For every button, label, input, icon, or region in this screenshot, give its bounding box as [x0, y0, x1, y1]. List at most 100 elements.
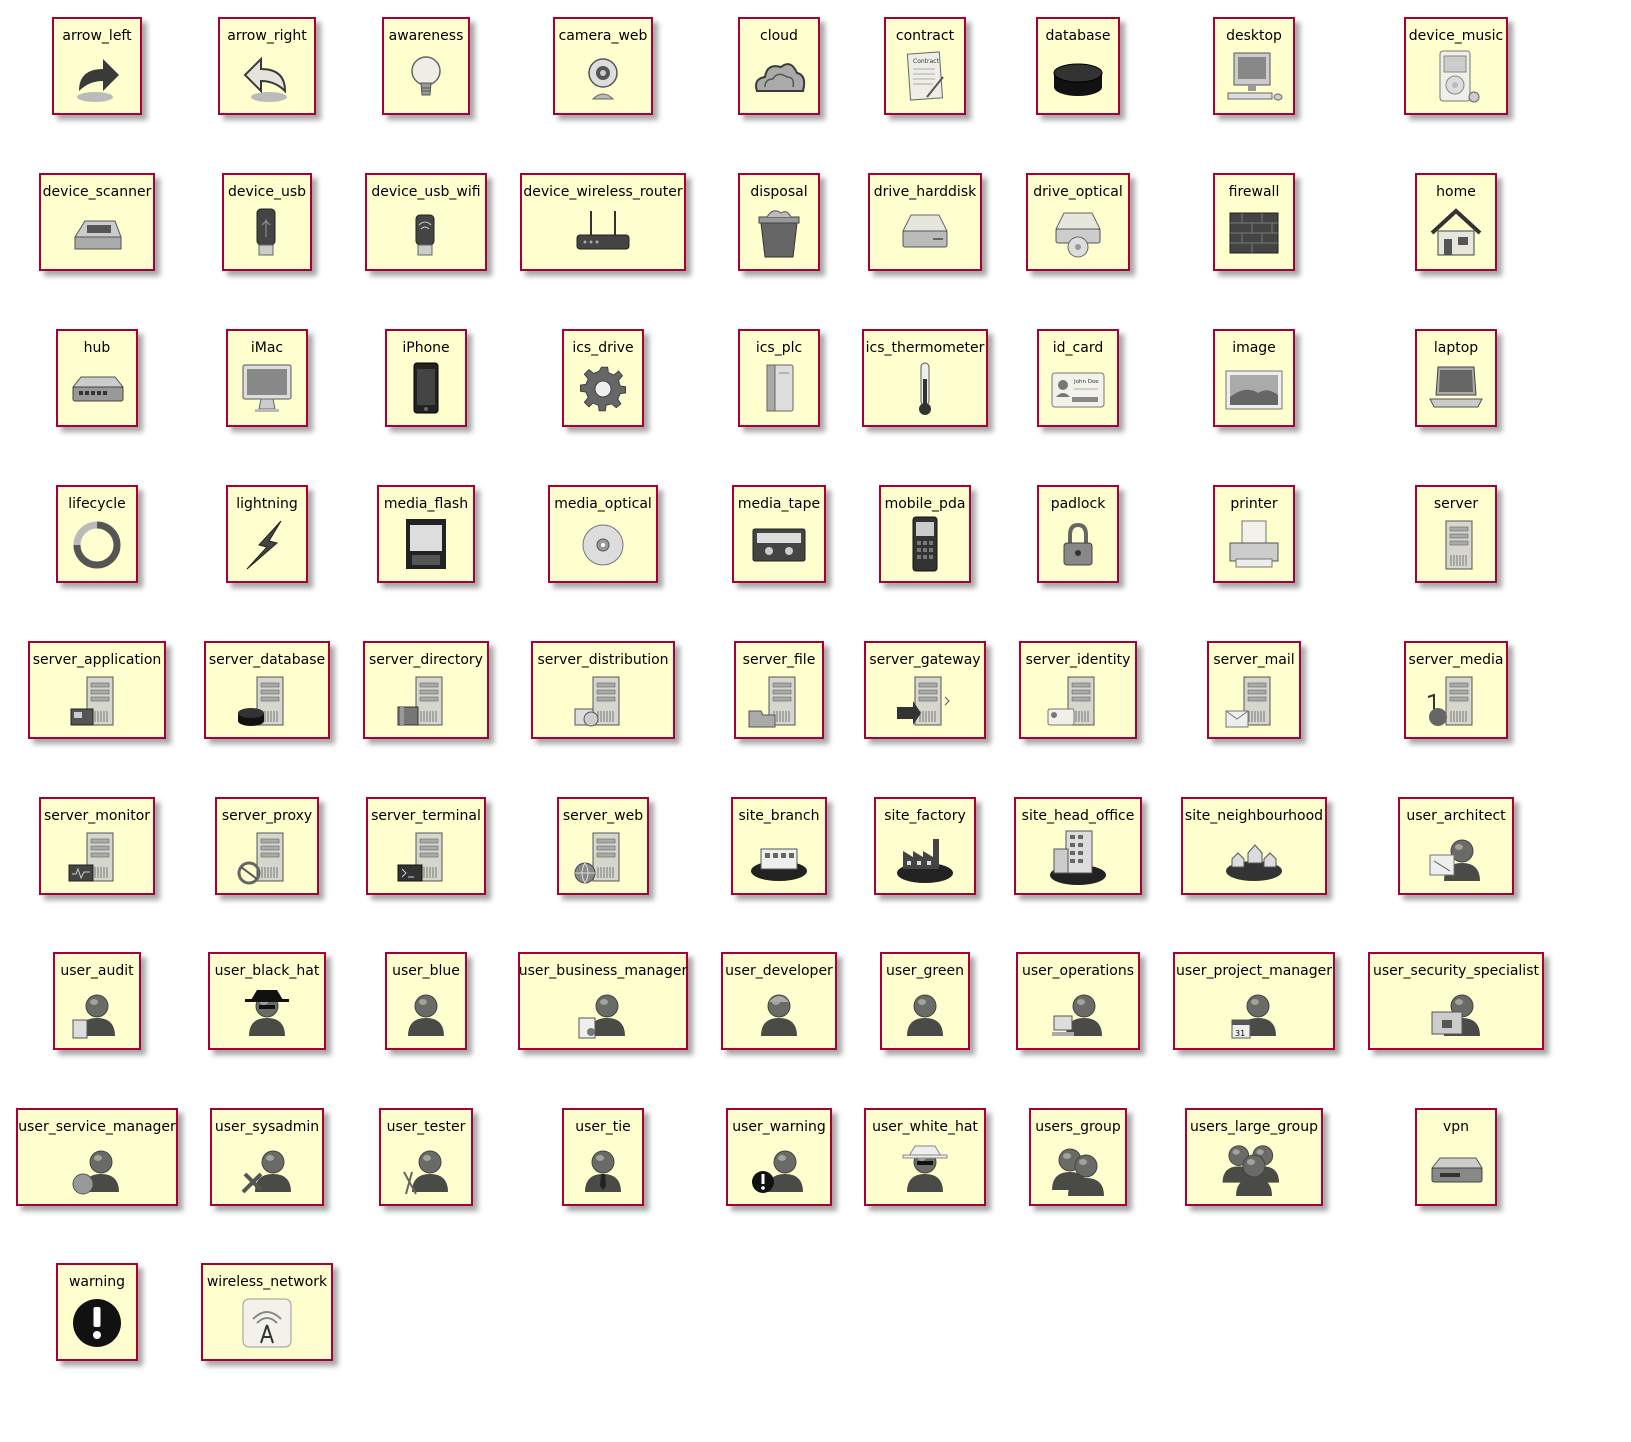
server-mail-icon [1222, 670, 1286, 732]
user-warning-icon [747, 1137, 811, 1199]
node-server-gateway: server_gateway [864, 641, 986, 739]
node-label: user_black_hat [214, 963, 320, 979]
node-iphone: iPhone [385, 329, 467, 427]
server-media-icon [1424, 670, 1488, 732]
warning-icon [65, 1292, 129, 1354]
gear-icon [571, 358, 635, 420]
tape-icon [747, 514, 811, 576]
user-sysadmin-icon [235, 1137, 299, 1199]
lightbulb-icon [394, 46, 458, 108]
node-contract: contract Contract [884, 17, 966, 115]
node-label: id_card [1052, 340, 1104, 356]
users-group-icon [1046, 1137, 1110, 1199]
node-label: user_green [886, 963, 964, 979]
node-media-optical: media_optical [548, 485, 658, 583]
node-server-directory: server_directory [363, 641, 489, 739]
node-device-usb-wifi: device_usb_wifi [365, 173, 487, 271]
node-laptop: laptop [1415, 329, 1497, 427]
node-ics-plc: ics_plc [738, 329, 820, 427]
arrow-left-icon [65, 46, 129, 108]
node-label: user_service_manager [18, 1119, 176, 1135]
user-tester-icon [394, 1137, 458, 1199]
node-database: database [1036, 17, 1120, 115]
user-architect-icon [1424, 826, 1488, 888]
node-label: user_architect [1406, 808, 1506, 824]
node-label: lightning [236, 496, 298, 512]
server-monitor-icon [65, 826, 129, 888]
node-label: site_factory [884, 808, 966, 824]
node-label: server_monitor [43, 808, 151, 824]
node-label: user_sysadmin [214, 1119, 320, 1135]
user-operations-icon [1046, 981, 1110, 1043]
node-label: mobile_pda [884, 496, 966, 512]
user-white-hat-icon [893, 1137, 957, 1199]
padlock-icon [1046, 514, 1110, 576]
node-label: media_flash [383, 496, 469, 512]
hub-icon [65, 358, 129, 420]
node-label: laptop [1433, 340, 1479, 356]
node-drive-harddisk: drive_harddisk [868, 173, 982, 271]
node-label: device_wireless_router [523, 184, 683, 200]
usb-stick-icon [235, 202, 299, 264]
node-label: device_usb [227, 184, 307, 200]
home-icon [1424, 202, 1488, 264]
node-label: wireless_network [206, 1274, 328, 1290]
user-tie-icon [571, 1137, 635, 1199]
node-server: server [1415, 485, 1497, 583]
server-application-icon [65, 670, 129, 732]
node-label: user_operations [1021, 963, 1135, 979]
node-user-tie: user_tie [562, 1108, 644, 1206]
harddisk-icon [893, 202, 957, 264]
node-user-service-manager: user_service_manager [16, 1108, 178, 1206]
node-label: server_database [208, 652, 326, 668]
node-label: printer [1230, 496, 1278, 512]
node-label: user_security_specialist [1373, 963, 1539, 979]
image-icon [1222, 358, 1286, 420]
node-disposal: disposal [738, 173, 820, 271]
icon-sprite-board: arrow_left arrow_right awareness camera_web… [0, 0, 1631, 1442]
svg-text:31: 31 [1235, 1029, 1245, 1038]
node-label: user_blue [392, 963, 460, 979]
node-server-application: server_application [28, 641, 166, 739]
server-file-icon [747, 670, 811, 732]
desktop-icon [1222, 46, 1286, 108]
node-label: contract [895, 28, 955, 44]
server-proxy-icon [235, 826, 299, 888]
node-label: user_tie [575, 1119, 631, 1135]
node-label: database [1045, 28, 1111, 44]
node-printer: printer [1213, 485, 1295, 583]
node-mobile-pda: mobile_pda [879, 485, 971, 583]
server-directory-icon [394, 670, 458, 732]
node-id-card: id_card John Doe [1037, 329, 1119, 427]
node-firewall: firewall [1213, 173, 1295, 271]
node-label: drive_harddisk [873, 184, 977, 200]
node-label: server_gateway [869, 652, 981, 668]
scanner-icon [65, 202, 129, 264]
node-label: lifecycle [68, 496, 126, 512]
node-device-scanner: device_scanner [39, 173, 155, 271]
node-user-developer: user_developer [721, 952, 837, 1050]
node-label: camera_web [558, 28, 648, 44]
node-user-sysadmin: user_sysadmin [210, 1108, 324, 1206]
user-audit-icon [65, 981, 129, 1043]
node-user-black-hat: user_black_hat [208, 952, 326, 1050]
node-label: disposal [750, 184, 808, 200]
lightning-icon [235, 514, 299, 576]
node-vpn: vpn [1415, 1108, 1497, 1206]
plc-icon [747, 358, 811, 420]
node-label: server_distribution [537, 652, 669, 668]
node-label: server_directory [369, 652, 483, 668]
node-label: arrow_left [62, 28, 132, 44]
router-icon [571, 202, 635, 264]
node-device-music: device_music [1404, 17, 1508, 115]
printer-icon [1222, 514, 1286, 576]
server-web-icon [571, 826, 635, 888]
optical-drive-icon [1046, 202, 1110, 264]
node-label: media_optical [554, 496, 652, 512]
server-identity-icon [1046, 670, 1110, 732]
node-server-file: server_file [734, 641, 824, 739]
site-branch-icon [747, 826, 811, 888]
node-arrow-left: arrow_left [52, 17, 142, 115]
node-label: image [1232, 340, 1276, 356]
node-user-audit: user_audit [53, 952, 141, 1050]
